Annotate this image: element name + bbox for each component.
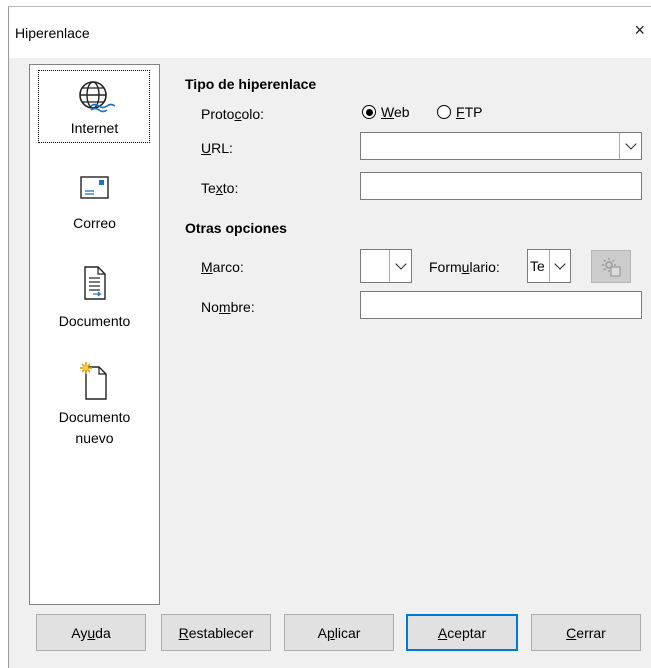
label-part: Form [429, 259, 462, 275]
reset-button[interactable]: Restablecer [161, 614, 271, 651]
accelerator-key: M [201, 259, 213, 275]
gear-icon [602, 257, 621, 277]
help-button[interactable]: Ay u da [36, 614, 146, 651]
label-part: licar [334, 624, 361, 641]
accelerator-key: A [437, 624, 448, 641]
events-button[interactable] [591, 250, 631, 283]
label-part: establecer [188, 624, 254, 641]
accelerator-key: F [456, 104, 465, 120]
radio-ftp[interactable]: FTP [437, 104, 482, 120]
radio-label: FTP [456, 104, 482, 120]
dialog-title: Hiperenlace [15, 25, 90, 41]
frame-label: Marco: [201, 259, 244, 275]
other-options-heading: Otras opciones [185, 220, 287, 236]
label-part: to: [222, 180, 239, 196]
name-label: Nombre: [201, 299, 255, 315]
label-part: arco: [212, 259, 244, 275]
accelerator-key: C [566, 624, 577, 641]
url-label: URL: [201, 140, 233, 156]
category-label: Documento [58, 409, 131, 425]
label-part: No [201, 299, 219, 315]
accelerator-key: m [218, 299, 231, 315]
url-combobox[interactable] [360, 132, 642, 160]
ok-button[interactable]: Aceptar [406, 614, 518, 651]
label-part: eb [393, 104, 410, 120]
new-document-icon [79, 362, 107, 400]
title-bar: Hiperenlace × [9, 7, 651, 58]
chevron-down-icon[interactable] [549, 250, 570, 282]
chevron-down-icon[interactable] [619, 133, 641, 159]
protocol-label: Protocolo: [201, 106, 264, 122]
frame-combobox[interactable] [360, 249, 412, 283]
accelerator-key: U [201, 140, 212, 156]
label-part: bre: [230, 299, 255, 315]
label-part: RL: [211, 140, 233, 156]
accelerator-key: x [215, 180, 223, 196]
text-input[interactable] [360, 172, 642, 200]
form-combobox[interactable]: Te [527, 249, 571, 283]
form-value: Te [530, 258, 545, 274]
accelerator-key: W [381, 104, 394, 120]
label-part: olo: [241, 106, 265, 122]
label-part: lario: [469, 259, 500, 275]
label-part: ceptar [447, 624, 487, 641]
radio-label: Web [381, 104, 410, 120]
envelope-icon [79, 176, 109, 199]
chevron-down-icon[interactable] [389, 250, 411, 282]
hyperlink-type-heading: Tipo de hiperenlace [185, 76, 317, 92]
label-part: TP [464, 104, 483, 120]
text-label: Texto: [201, 180, 238, 196]
radio-indicator [437, 105, 451, 119]
category-label: Correo [73, 215, 116, 231]
label-part: da [95, 624, 111, 641]
label-part: A [317, 624, 327, 641]
close-icon[interactable]: × [634, 20, 645, 41]
label-part: Ay [71, 624, 88, 641]
radio-web[interactable]: Web [362, 104, 410, 120]
category-internet[interactable]: Internet [30, 70, 159, 143]
hyperlink-dialog: Hiperenlace × Internet Correo Documento … [8, 6, 651, 668]
accelerator-key: u [87, 624, 96, 641]
document-icon [83, 266, 106, 300]
category-new-document[interactable]: Documento nuevo [30, 361, 159, 449]
close-button[interactable]: Cerrar [531, 614, 641, 651]
name-input[interactable] [360, 291, 642, 319]
apply-button[interactable]: Ap licar [284, 614, 394, 651]
form-label: Formulario: [429, 259, 500, 275]
radio-indicator [362, 105, 376, 119]
label-part: errar [576, 624, 606, 641]
hyperlink-category-list: Internet Correo Documento Documento nuev… [29, 64, 160, 605]
focus-outline [38, 70, 150, 143]
label-part: Te [201, 180, 216, 196]
category-mail[interactable]: Correo [30, 175, 159, 234]
accelerator-key: R [178, 624, 189, 641]
label-part: Proto [201, 106, 235, 122]
category-label-line2: nuevo [75, 430, 114, 446]
accelerator-key: p [326, 624, 335, 641]
category-label: Documento [58, 313, 131, 329]
category-document[interactable]: Documento [30, 265, 159, 332]
